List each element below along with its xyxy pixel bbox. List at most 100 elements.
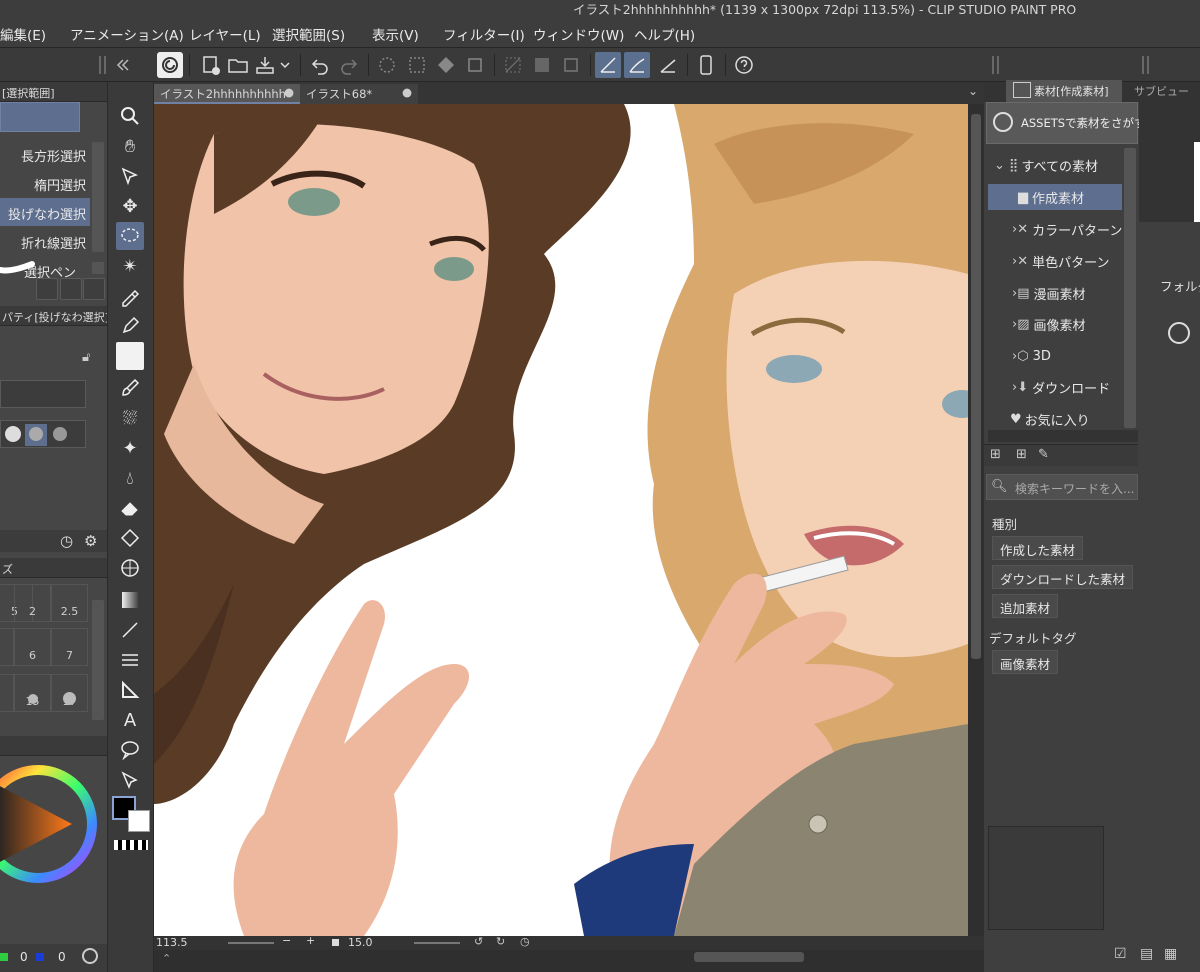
color-mode-icon[interactable] xyxy=(82,948,98,964)
hand-tool-icon[interactable]: ✋︎ xyxy=(116,132,144,160)
tree-hscrollbar[interactable] xyxy=(988,430,1138,442)
reset-icon[interactable]: ◷ xyxy=(60,532,73,550)
collapse-icon[interactable] xyxy=(108,52,134,78)
scroll-down-icon[interactable] xyxy=(92,262,104,274)
eraser-tool-icon[interactable] xyxy=(116,494,144,522)
zoom-tool-icon[interactable] xyxy=(116,102,144,130)
crop-icon[interactable] xyxy=(558,52,584,78)
brush-size-cell[interactable]: 2.5 xyxy=(51,584,88,622)
rotation-value[interactable]: 15.0 xyxy=(348,936,373,949)
decoration-tool-icon[interactable]: ✦ xyxy=(116,434,144,462)
zoom-in-icon[interactable]: + xyxy=(306,934,315,947)
duplicate-subtool-icon[interactable] xyxy=(60,278,82,300)
fill-tool-icon[interactable] xyxy=(116,524,144,552)
tag-added[interactable]: 追加素材 xyxy=(992,594,1059,618)
tree-item-created[interactable]: ▆ 作成素材 xyxy=(988,184,1122,210)
smartphone-icon[interactable] xyxy=(693,52,719,78)
transform-icon[interactable] xyxy=(462,52,488,78)
antialias-buttons[interactable] xyxy=(0,420,86,448)
rotate-left-icon[interactable]: ↺ xyxy=(474,935,483,948)
move-tool-icon[interactable]: ✥ xyxy=(116,192,144,220)
selection-mode-buttons[interactable] xyxy=(0,380,86,408)
subtool-rectangle[interactable]: 長方形選択 xyxy=(0,140,90,168)
canvas[interactable] xyxy=(154,104,968,936)
menu-help[interactable]: ヘルプ(H) xyxy=(634,24,695,44)
tree-item-color-pattern[interactable]: ›✕ カラーパターン xyxy=(1012,216,1122,242)
selection-clear-icon[interactable] xyxy=(374,52,400,78)
gradient-tool-icon[interactable] xyxy=(116,586,144,614)
sub-color-swatch[interactable] xyxy=(128,810,150,832)
help-icon[interactable] xyxy=(731,52,757,78)
view-toggle-icon[interactable]: ☑ xyxy=(1114,946,1127,962)
tree-item-all[interactable]: ⌄ ⣿ すべての素材 xyxy=(994,152,1098,178)
fill-icon[interactable] xyxy=(433,52,459,78)
selection-tool-icon[interactable] xyxy=(116,222,144,250)
gradient-globe-icon[interactable] xyxy=(116,554,144,582)
menu-window[interactable]: ウィンドウ(W) xyxy=(533,24,624,44)
chevron-up-icon[interactable]: ⌃ xyxy=(162,952,171,965)
assets-side-icon[interactable] xyxy=(1168,322,1190,344)
tab-close-icon[interactable]: ● xyxy=(284,85,294,99)
brush-size-cell[interactable]: 15 xyxy=(14,674,51,712)
redo-icon[interactable] xyxy=(336,52,362,78)
vertical-scroll-thumb[interactable] xyxy=(971,114,981,659)
new-canvas-icon[interactable] xyxy=(198,52,224,78)
canvas-vertical-scrollbar[interactable] xyxy=(968,104,984,936)
tree-item-manga[interactable]: ›▤ 漫画素材 xyxy=(1012,280,1086,306)
brush-size-cell[interactable]: 2 xyxy=(14,584,51,622)
airbrush-tool-icon[interactable]: ⛆ xyxy=(116,404,144,432)
chevron-down-icon[interactable] xyxy=(277,52,293,78)
tree-item-3d[interactable]: ›⬡ 3D xyxy=(1012,343,1051,369)
tree-item-download[interactable]: ›⬇ ダウンロード xyxy=(1012,374,1110,400)
balloon-tool-icon[interactable] xyxy=(116,736,144,764)
import-subtool-icon[interactable] xyxy=(36,278,58,300)
subtool-scrollbar[interactable] xyxy=(92,142,104,252)
snap-grid-icon[interactable] xyxy=(655,52,681,78)
pen-tool-icon[interactable] xyxy=(116,312,144,340)
transparent-color-icon[interactable] xyxy=(114,840,148,850)
ruler-tool-icon[interactable] xyxy=(116,676,144,704)
list-view-icon[interactable]: ▤ xyxy=(1140,946,1153,962)
snap-ruler-icon[interactable] xyxy=(595,52,621,78)
menu-view[interactable]: 表示(V) xyxy=(372,24,419,44)
delete-subtool-icon[interactable] xyxy=(83,278,105,300)
subtool-polyline[interactable]: 折れ線選択 xyxy=(0,227,90,255)
brush-size-cell[interactable] xyxy=(0,628,14,666)
tab-close-icon[interactable]: ● xyxy=(402,85,412,99)
color-wheel-tabs[interactable] xyxy=(0,736,107,756)
undo-icon[interactable] xyxy=(307,52,333,78)
eyedropper-icon[interactable] xyxy=(116,282,144,310)
tree-item-favorites[interactable]: ♥ お気に入り xyxy=(1010,406,1090,432)
menu-animation[interactable]: アニメーション(A) xyxy=(70,24,184,44)
menu-filter[interactable]: フィルター(I) xyxy=(443,24,525,44)
antialias-strong-icon[interactable] xyxy=(53,427,67,441)
operation-tool-icon[interactable] xyxy=(116,162,144,190)
tag-downloaded[interactable]: ダウンロードした素材 xyxy=(992,565,1134,589)
tag-created[interactable]: 作成した素材 xyxy=(992,536,1084,560)
rotate-right-icon[interactable]: ↻ xyxy=(496,935,505,948)
detail-view-icon[interactable]: ▦ xyxy=(1164,946,1177,962)
clip-studio-icon[interactable] xyxy=(157,52,183,78)
brush-tool-icon[interactable] xyxy=(116,374,144,402)
invert-selection-icon[interactable] xyxy=(404,52,430,78)
snap-special-ruler-icon[interactable] xyxy=(624,52,650,78)
text-tool-icon[interactable]: A xyxy=(116,706,144,734)
clear-outside-icon[interactable] xyxy=(529,52,555,78)
canvas-horizontal-scrollbar[interactable]: ⌃ xyxy=(154,950,984,972)
add-folder-icon[interactable]: ⊞ xyxy=(1016,447,1027,462)
tree-scrollbar[interactable] xyxy=(1124,148,1136,428)
wrench-icon[interactable]: ⚙ xyxy=(84,532,97,550)
brush-size-cell[interactable]: 7 xyxy=(51,628,88,666)
correct-line-tool-icon[interactable] xyxy=(116,766,144,794)
tab-list-chevron-icon[interactable]: ⌄ xyxy=(968,84,978,98)
edit-folder-icon[interactable]: ✎ xyxy=(1038,447,1049,462)
clear-layer-icon[interactable] xyxy=(500,52,526,78)
zoom-value[interactable]: 113.5 xyxy=(156,936,188,949)
brush-size-cell[interactable]: 6 xyxy=(14,628,51,666)
menu-selection[interactable]: 選択範囲(S) xyxy=(272,24,345,44)
tab-document[interactable]: イラスト68* ● xyxy=(300,84,418,104)
new-folder-icon[interactable]: ⊞ xyxy=(990,447,1001,462)
menu-layer[interactable]: レイヤー(L) xyxy=(189,24,261,44)
grip-handle-icon[interactable] xyxy=(1138,52,1154,78)
zoom-out-icon[interactable]: − xyxy=(282,934,291,947)
